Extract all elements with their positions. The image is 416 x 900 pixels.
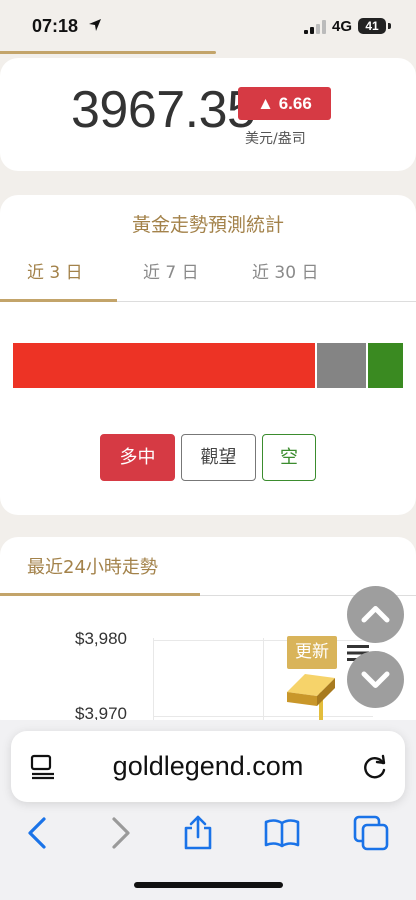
chevron-down-icon <box>361 671 390 688</box>
tab-7-days[interactable]: 近 7 日 <box>143 258 199 283</box>
price-change-badge: ▲ 6.66 <box>238 87 331 120</box>
chart-grid-line <box>153 640 373 641</box>
vote-short-button[interactable]: 空 <box>262 434 316 481</box>
url-text[interactable]: goldlegend.com <box>0 751 416 782</box>
tab-3-days[interactable]: 近 3 日 <box>27 258 83 283</box>
chevron-up-icon <box>361 606 390 623</box>
forecast-distribution-bar <box>13 343 403 388</box>
status-time: 07:18 <box>32 16 79 36</box>
distribution-segment-short <box>368 343 403 388</box>
location-arrow-icon <box>89 19 101 31</box>
page-load-progress-fill <box>0 51 217 54</box>
share-icon[interactable] <box>180 815 216 851</box>
trend-title-underline <box>0 593 200 596</box>
bookmarks-icon[interactable] <box>264 815 300 851</box>
tabs-icon[interactable] <box>353 815 389 851</box>
trend-title: 最近24小時走勢 <box>27 557 158 578</box>
status-bar: 07:18 4G 41 <box>0 0 416 50</box>
tab-30-days[interactable]: 近 30 日 <box>252 258 318 283</box>
battery-tip <box>388 23 391 29</box>
gold-price-value: 3967.35 <box>71 81 256 139</box>
scroll-down-button[interactable] <box>347 651 404 708</box>
back-icon[interactable] <box>20 815 56 851</box>
network-type: 4G <box>332 18 353 35</box>
distribution-segment-wait <box>317 343 366 388</box>
reload-icon[interactable] <box>361 753 389 781</box>
gold-bar-icon[interactable] <box>283 662 343 722</box>
page-load-progress <box>0 51 416 56</box>
chart-grid-line <box>153 638 154 720</box>
chart-grid-line <box>263 638 264 720</box>
y-tick-label: $3,980 <box>75 629 127 648</box>
page-menu-icon[interactable] <box>30 754 56 780</box>
price-unit: 美元/盎司 <box>245 131 306 147</box>
vote-long-button[interactable]: 多中 <box>100 434 175 481</box>
cellular-signal-icon <box>304 20 326 34</box>
forward-icon[interactable] <box>102 815 138 851</box>
home-indicator <box>134 882 283 888</box>
scroll-up-button[interactable] <box>347 586 404 643</box>
active-tab-indicator <box>0 299 117 302</box>
distribution-segment-long <box>13 343 315 388</box>
battery-icon: 41 <box>358 18 386 34</box>
tab-divider <box>117 301 416 302</box>
vote-wait-button[interactable]: 觀望 <box>181 434 256 481</box>
forecast-title: 黃金走勢預測統計 <box>131 214 284 236</box>
